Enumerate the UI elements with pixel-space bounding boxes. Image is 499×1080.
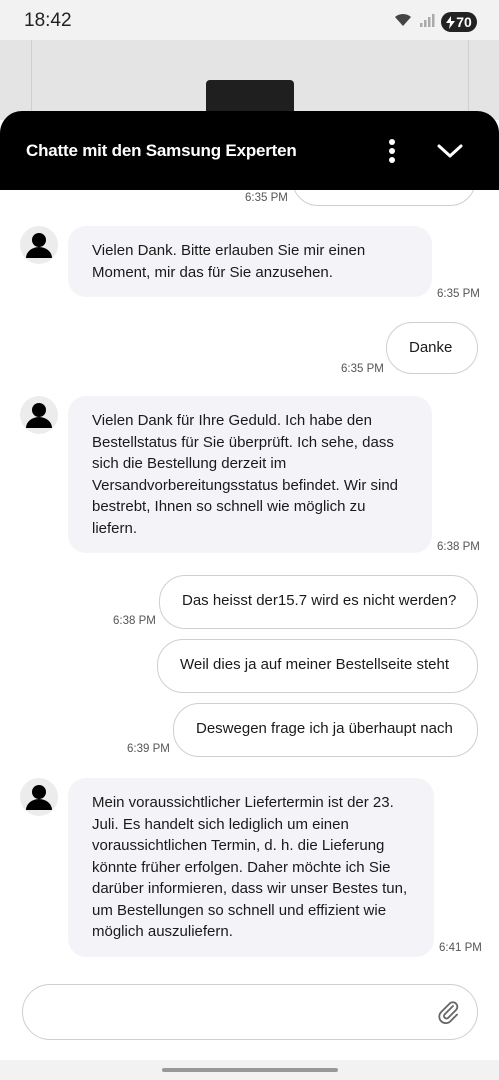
product-image	[0, 40, 499, 120]
message-time: 6:39 PM	[127, 743, 170, 755]
chat-header: Chatte mit den Samsung Experten	[0, 111, 499, 190]
battery-level: 70	[456, 14, 472, 30]
agent-message: Vielen Dank für Ihre Geduld. Ich habe de…	[68, 396, 432, 553]
message-time: 6:35 PM	[245, 192, 288, 204]
signal-icon	[419, 12, 435, 33]
message-time: 6:35 PM	[341, 363, 384, 375]
collapse-chat-button[interactable]	[430, 135, 470, 167]
avatar-icon	[26, 233, 52, 258]
chevron-down-icon	[437, 144, 463, 158]
user-message: Weil dies ja auf meiner Bestellseite ste…	[157, 639, 478, 693]
user-message: Danke	[386, 322, 478, 374]
message-time: 6:41 PM	[439, 942, 482, 954]
avatar-icon	[26, 403, 52, 428]
home-gesture-bar[interactable]	[162, 1068, 338, 1072]
navigation-bar	[0, 1060, 499, 1080]
more-vertical-icon	[389, 139, 395, 163]
message-composer[interactable]	[22, 984, 478, 1040]
wifi-icon	[393, 12, 413, 33]
message-time: 6:35 PM	[437, 288, 480, 300]
battery-indicator: 70	[441, 12, 477, 32]
user-message: Deswegen frage ich ja überhaupt nach	[173, 703, 478, 757]
message-text: Danke	[409, 339, 453, 356]
message-text: Mein voraussichtlicher Liefertermin ist …	[92, 794, 408, 940]
status-bar: 18:42 70	[0, 0, 499, 40]
chat-messages[interactable]: 6:35 PM Vielen Dank. Bitte erlauben Sie …	[0, 190, 499, 1060]
attach-button[interactable]	[437, 999, 461, 1025]
agent-avatar	[20, 778, 58, 816]
message-text: Vielen Dank. Bitte erlauben Sie mir eine…	[92, 242, 366, 281]
user-message	[292, 190, 476, 206]
more-options-button[interactable]	[380, 135, 404, 167]
agent-message: Vielen Dank. Bitte erlauben Sie mir eine…	[68, 226, 432, 297]
user-message: Das heisst der15.7 wird es nicht werden?	[159, 575, 478, 629]
message-text: Deswegen frage ich ja überhaupt nach	[196, 720, 453, 737]
message-text: Weil dies ja auf meiner Bestellseite ste…	[180, 656, 450, 673]
message-text: Vielen Dank für Ihre Geduld. Ich habe de…	[92, 412, 398, 537]
status-icons: 70	[393, 12, 477, 32]
agent-message: Mein voraussichtlicher Liefertermin ist …	[68, 778, 434, 957]
agent-avatar	[20, 396, 58, 434]
message-time: 6:38 PM	[437, 541, 480, 553]
message-time: 6:38 PM	[113, 615, 156, 627]
avatar-icon	[26, 785, 52, 810]
agent-avatar	[20, 226, 58, 264]
paperclip-icon	[438, 1001, 459, 1024]
battery-charging-icon	[446, 15, 456, 29]
message-text: Das heisst der15.7 wird es nicht werden?	[182, 592, 457, 609]
status-time: 18:42	[24, 10, 72, 31]
chat-title: Chatte mit den Samsung Experten	[26, 141, 297, 160]
message-input[interactable]	[43, 997, 423, 1027]
